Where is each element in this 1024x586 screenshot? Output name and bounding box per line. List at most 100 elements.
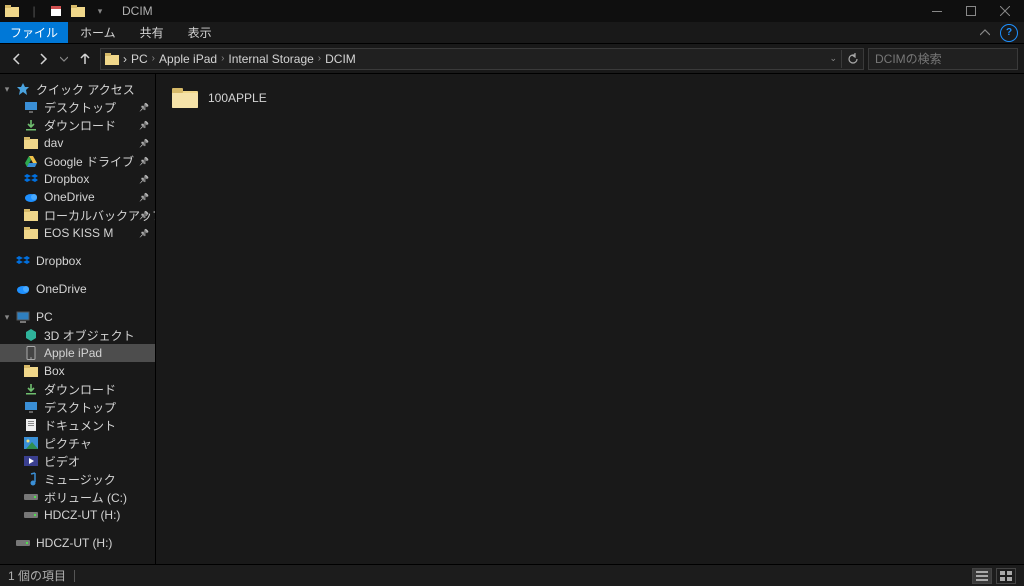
tree-item--[interactable]: ダウンロード — [0, 380, 155, 398]
help-icon[interactable]: ? — [1000, 24, 1018, 42]
tree-item-onedrive[interactable]: OneDrive 📌 — [0, 188, 155, 206]
tree-item--[interactable]: デスクトップ — [0, 398, 155, 416]
properties-icon[interactable] — [46, 2, 66, 20]
status-divider — [74, 570, 75, 582]
gdrive-icon — [24, 154, 38, 168]
navigation-pane[interactable]: ▾クイック アクセスデスクトップ📌ダウンロード📌dav📌Google ドライブ📌… — [0, 74, 156, 564]
pin-icon: 📌 — [139, 121, 149, 130]
menu-view[interactable]: 表示 — [176, 22, 224, 43]
address-dropdown-icon[interactable]: ⌄ — [829, 53, 837, 64]
tree-item--c-[interactable]: ボリューム (C:) — [0, 488, 155, 506]
chevron-down-icon[interactable]: ▾ — [2, 84, 12, 95]
tree-item-onedrive[interactable]: OneDrive — [0, 280, 155, 298]
file-item-100apple[interactable]: 100APPLE — [166, 84, 1014, 112]
address-bar[interactable]: › PC› Apple iPad› Internal Storage› DCIM… — [100, 48, 864, 70]
refresh-button[interactable] — [841, 50, 859, 68]
tree-item-label: ビデオ — [44, 453, 80, 470]
documents-icon — [24, 418, 38, 432]
tree-item-box[interactable]: Box — [0, 362, 155, 380]
breadcrumb: › PC› Apple iPad› Internal Storage› DCIM — [105, 52, 356, 66]
tree-item--[interactable]: ビデオ — [0, 452, 155, 470]
tree-item--[interactable]: ダウンロード 📌 — [0, 116, 155, 134]
objects3d-icon — [24, 328, 38, 342]
pin-icon: 📌 — [139, 139, 149, 148]
downloads-icon — [24, 118, 38, 132]
explorer-window: | ▾ DCIM ファイル ホーム 共有 表示 — [0, 0, 1024, 586]
address-root-icon — [105, 53, 119, 65]
drive-icon — [24, 490, 38, 504]
videos-icon — [24, 454, 38, 468]
tree-item--[interactable]: ローカルバックアップ📌 — [0, 206, 155, 224]
tree-item-dropbox[interactable]: Dropbox📌 — [0, 170, 155, 188]
chevron-right-icon[interactable]: › — [318, 53, 321, 64]
forward-button[interactable] — [32, 48, 54, 70]
minimize-button[interactable] — [920, 0, 954, 22]
tree-item--[interactable]: ミュージック — [0, 470, 155, 488]
tree-item-google-[interactable]: Google ドライブ📌 — [0, 152, 155, 170]
tree-item-label: HDCZ-UT (H:) — [44, 508, 120, 522]
tree-item-label: Apple iPad — [44, 346, 102, 360]
back-button[interactable] — [6, 48, 28, 70]
collapse-ribbon-icon[interactable] — [976, 24, 994, 42]
crumb-dcim[interactable]: DCIM — [325, 52, 356, 66]
tree-item-dropbox[interactable]: Dropbox — [0, 252, 155, 270]
quick-access-toolbar: | ▾ — [2, 2, 110, 20]
tree-item-クイック-アクセス[interactable]: ▾クイック アクセス — [0, 80, 155, 98]
tree-item-label: 3D オブジェクト — [44, 327, 135, 344]
customize-qa-icon[interactable]: ▾ — [90, 2, 110, 20]
chevron-right-icon[interactable]: › — [221, 53, 224, 64]
desktop-icon — [24, 400, 38, 414]
tree-item-pc[interactable]: ▾ PC — [0, 308, 155, 326]
tree-item-label: デスクトップ — [44, 99, 116, 116]
close-button[interactable] — [988, 0, 1022, 22]
up-button[interactable] — [74, 48, 96, 70]
pin-icon: 📌 — [139, 193, 149, 202]
tree-item-hdcz-ut-h-[interactable]: HDCZ-UT (H:) — [0, 506, 155, 524]
tree-item--[interactable]: デスクトップ📌 — [0, 98, 155, 116]
tree-item-apple-ipad[interactable]: Apple iPad — [0, 344, 155, 362]
maximize-button[interactable] — [954, 0, 988, 22]
tree-item-label: Dropbox — [36, 254, 81, 268]
crumb-internal-storage[interactable]: Internal Storage› — [228, 52, 321, 66]
chevron-right-icon[interactable]: › — [152, 53, 155, 64]
view-details-button[interactable] — [972, 568, 992, 584]
tree-item-3d-[interactable]: 3D オブジェクト — [0, 326, 155, 344]
tree-item-dav[interactable]: dav📌 — [0, 134, 155, 152]
tree-item--[interactable]: ピクチャ — [0, 434, 155, 452]
tree-item-ネットワーク[interactable]: ネットワーク — [0, 562, 155, 564]
music-icon — [24, 472, 38, 486]
folder-icon — [24, 208, 38, 222]
history-dropdown[interactable] — [58, 48, 70, 70]
pin-icon: 📌 — [139, 157, 149, 166]
tree-item--[interactable]: ドキュメント — [0, 416, 155, 434]
menu-home[interactable]: ホーム — [68, 22, 128, 43]
tree-item-label: Dropbox — [44, 172, 89, 186]
chevron-down-icon[interactable]: ▾ — [2, 312, 12, 323]
dropbox-icon — [16, 254, 30, 268]
tree-item-label: ダウンロード — [44, 117, 116, 134]
view-large-icons-button[interactable] — [996, 568, 1016, 584]
desktop-icon — [24, 100, 38, 114]
crumb-pc[interactable]: PC› — [131, 52, 155, 66]
tree-item-label: EOS KISS M — [44, 226, 113, 240]
tree-item-eos-kiss-m[interactable]: EOS KISS M📌 — [0, 224, 155, 242]
tree-item-label: Box — [44, 364, 65, 378]
file-menu[interactable]: ファイル — [0, 22, 68, 43]
content-pane[interactable]: 100APPLE — [156, 74, 1024, 564]
search-input[interactable] — [873, 51, 1024, 67]
file-name: 100APPLE — [208, 91, 267, 105]
menu-bar: ファイル ホーム 共有 表示 ? — [0, 22, 1024, 44]
tree-item-label: PC — [36, 310, 53, 324]
star-icon — [16, 82, 30, 96]
search-box[interactable] — [868, 48, 1018, 70]
window-title: DCIM — [122, 4, 153, 18]
tree-item-label: ピクチャ — [44, 435, 92, 452]
new-folder-icon[interactable] — [68, 2, 88, 20]
crumb-apple-ipad[interactable]: Apple iPad› — [159, 52, 224, 66]
tree-item-label: OneDrive — [44, 190, 95, 204]
window-controls — [920, 0, 1022, 22]
menu-share[interactable]: 共有 — [128, 22, 176, 43]
chevron-right-icon[interactable]: › — [123, 52, 127, 66]
tree-item-hdcz-ut-(h:)[interactable]: HDCZ-UT (H:) — [0, 534, 155, 552]
navigation-toolbar: › PC› Apple iPad› Internal Storage› DCIM… — [0, 44, 1024, 74]
